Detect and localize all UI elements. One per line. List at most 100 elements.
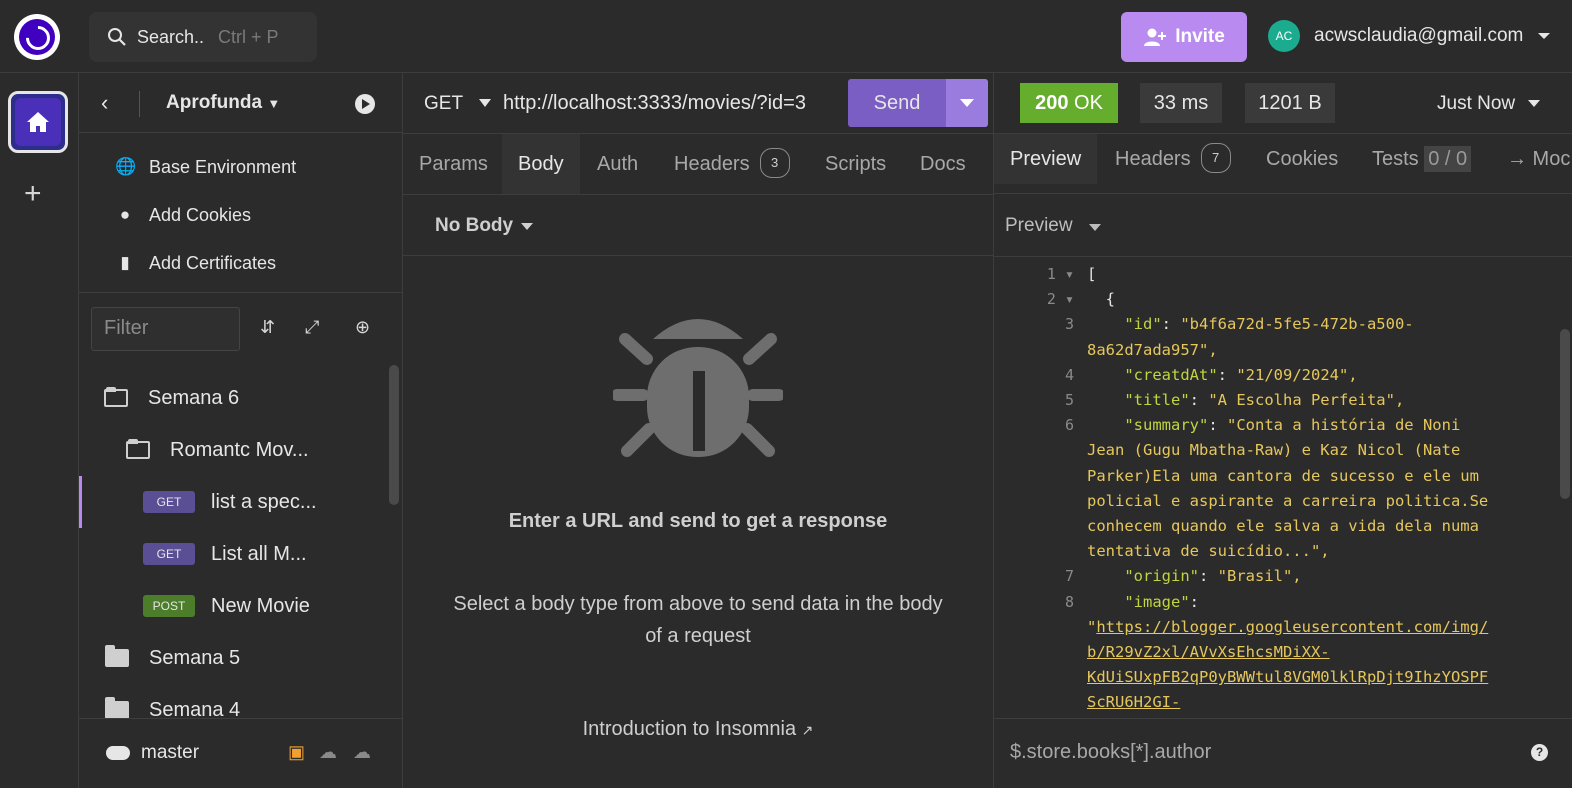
tab-headers[interactable]: Headers 7 bbox=[1115, 134, 1231, 184]
json-key: "summary" bbox=[1124, 416, 1209, 435]
tab-body[interactable]: Body bbox=[502, 134, 580, 194]
insomnia-logo[interactable] bbox=[14, 14, 60, 60]
add-certificates-item[interactable]: ▮ Add Certificates bbox=[79, 239, 402, 287]
chevron-down-icon[interactable] bbox=[479, 99, 491, 107]
line-number: 1 ▾ bbox=[1046, 265, 1074, 283]
intro-link[interactable]: Introduction to Insomnia ↗ bbox=[403, 718, 993, 741]
line-number: 2 ▾ bbox=[1046, 290, 1074, 309]
json-value: "Conta a história de Noni bbox=[1227, 416, 1461, 435]
send-button[interactable]: Send bbox=[848, 79, 946, 127]
add-user-icon bbox=[1144, 28, 1167, 46]
search-button[interactable]: Search.. Ctrl + P bbox=[89, 12, 317, 62]
tab-cookies[interactable]: Cookies bbox=[1266, 134, 1338, 184]
tab-params[interactable]: Params bbox=[419, 134, 488, 194]
method-selector[interactable]: GET bbox=[424, 93, 463, 115]
sidebar-scrollbar[interactable] bbox=[389, 365, 399, 505]
project-header: ‹ Aprofunda ▼ bbox=[79, 73, 402, 133]
json-value: "A Escolha Perfeita", bbox=[1208, 391, 1405, 409]
bug-icon bbox=[613, 319, 783, 457]
code-line: { bbox=[1087, 290, 1115, 309]
json-value: Jean (Gugu Mbatha-Raw) e Kaz Nicol (Nate bbox=[1087, 441, 1461, 460]
tab-tests[interactable]: Tests 0 / 0 bbox=[1372, 134, 1472, 184]
preview-mode-selector[interactable]: Preview bbox=[1005, 215, 1073, 237]
code-line: b/R29vZ2xl/AVvXsEhcsMDiXX- bbox=[1087, 643, 1330, 661]
sort-icon[interactable]: ⇵ bbox=[260, 317, 275, 338]
home-icon bbox=[27, 112, 49, 132]
tree-item-label: Semana 4 bbox=[149, 698, 241, 719]
empty-state-subtitle: Select a body type from above to send da… bbox=[453, 593, 943, 647]
back-icon[interactable]: ‹ bbox=[101, 90, 108, 116]
json-url-link[interactable]: https://blogger.googleusercontent.com/im… bbox=[1096, 618, 1488, 636]
request-new-movie[interactable]: POST New Movie bbox=[79, 580, 391, 632]
response-body-viewer[interactable]: 1 ▾ [2 ▾ {3 "id": "b4f6a72d-5fe5-472b-a50… bbox=[994, 256, 1572, 716]
branch-selector[interactable]: master bbox=[141, 742, 199, 764]
folder-semana-4[interactable]: Semana 4 bbox=[79, 684, 391, 718]
add-cookies-item[interactable]: ● Add Cookies bbox=[79, 191, 402, 239]
package-icon[interactable]: ▣ bbox=[288, 742, 305, 763]
line-number: 5 bbox=[1064, 391, 1074, 409]
tab-auth[interactable]: Auth bbox=[597, 134, 638, 194]
cloud-upload-icon[interactable]: ☁ bbox=[353, 742, 371, 763]
request-list-a-spec[interactable]: GET list a spec... bbox=[79, 476, 391, 528]
response-pane: 200 OK 33 ms 1201 B Just Now Preview Hea… bbox=[994, 73, 1572, 788]
tab-headers[interactable]: Headers 3 bbox=[674, 134, 790, 194]
tree-item-label: New Movie bbox=[211, 594, 310, 617]
code-line: Parker)Ela uma cantora de sucesso e ele … bbox=[1087, 467, 1479, 485]
code-line: "image": bbox=[1124, 592, 1209, 611]
folder-romantc-movies[interactable]: Romantc Mov... bbox=[79, 424, 391, 476]
json-url-link[interactable]: b/R29vZ2xl/AVvXsEhcsMDiXX- bbox=[1087, 643, 1330, 661]
tab-scripts[interactable]: Scripts bbox=[825, 134, 886, 194]
json-value: policial e aspirante a carreira politica… bbox=[1087, 491, 1489, 510]
tree-item-label: Semana 5 bbox=[149, 646, 241, 669]
git-footer: master ▣ ☁ ☁ bbox=[79, 718, 402, 788]
json-url-link[interactable]: ScRU6H2GI- bbox=[1087, 693, 1180, 711]
sidebar: ‹ Aprofunda ▼ 🌐 Base Environment ● Add C… bbox=[79, 73, 403, 788]
folder-semana-6[interactable]: Semana 6 bbox=[79, 372, 391, 424]
history-selector[interactable]: Just Now bbox=[1437, 93, 1515, 115]
code-line: "origin": "Brasil", bbox=[1124, 567, 1302, 586]
method-badge: POST bbox=[143, 595, 195, 617]
tab-mock[interactable]: → Moc bbox=[1507, 134, 1570, 184]
folder-open-icon bbox=[104, 387, 128, 407]
code-line: [ bbox=[1087, 265, 1097, 283]
tab-preview[interactable]: Preview bbox=[994, 134, 1098, 184]
request-list-all-movies[interactable]: GET List all M... bbox=[79, 528, 391, 580]
count-badge: 7 bbox=[1200, 142, 1231, 173]
help-icon[interactable]: ? bbox=[1531, 744, 1548, 761]
avatar: AC bbox=[1268, 20, 1300, 52]
json-value: 8a62d7ada957", bbox=[1087, 340, 1218, 359]
method-badge: GET bbox=[143, 491, 195, 513]
response-filter-input[interactable]: $.store.books[*].author bbox=[1010, 741, 1211, 764]
chevron-down-icon[interactable] bbox=[1089, 224, 1101, 231]
folder-semana-5[interactable]: Semana 5 bbox=[79, 632, 391, 684]
home-button[interactable] bbox=[8, 91, 68, 153]
user-menu[interactable]: AC acwsclaudia@gmail.com bbox=[1268, 20, 1551, 52]
chevron-down-icon[interactable] bbox=[1528, 100, 1540, 107]
filter-input[interactable]: Filter bbox=[91, 307, 240, 351]
run-collection-icon[interactable] bbox=[355, 94, 375, 114]
json-value: Parker)Ela uma cantora de sucesso e ele … bbox=[1087, 466, 1479, 485]
invite-button[interactable]: Invite bbox=[1121, 12, 1247, 62]
collection-tree: Semana 6 Romantc Mov... GET list a spec.… bbox=[79, 365, 391, 718]
tab-label: Headers bbox=[1115, 148, 1191, 170]
folder-icon bbox=[105, 645, 129, 667]
env-item-label: Base Environment bbox=[149, 156, 297, 177]
base-environment-item[interactable]: 🌐 Base Environment bbox=[79, 143, 402, 191]
line-number: 3 bbox=[1064, 315, 1074, 334]
code-line: "id": "b4f6a72d-5fe5-472b-a500- bbox=[1124, 315, 1414, 334]
json-url-link[interactable]: KdUiSUxpFB2qP0yBWWtul8VGM0lklRpDjt9IhzYO… bbox=[1087, 668, 1488, 686]
add-project-icon[interactable]: + bbox=[24, 177, 42, 211]
expand-icon[interactable]: ⤢ bbox=[305, 317, 319, 338]
code-scrollbar[interactable] bbox=[1560, 329, 1570, 499]
tree-item-label: list a spec... bbox=[211, 490, 317, 513]
body-type-selector[interactable]: No Body bbox=[403, 196, 993, 256]
send-options-dropdown[interactable] bbox=[946, 79, 988, 127]
count-badge: 3 bbox=[759, 147, 790, 178]
json-value: conhecem quando ele salva a vida dela nu… bbox=[1087, 517, 1479, 535]
url-input[interactable]: http://localhost:3333/movies/?id=3 bbox=[503, 92, 829, 115]
add-circle-icon[interactable]: ⊕ bbox=[355, 317, 370, 338]
project-selector[interactable]: Aprofunda ▼ bbox=[166, 92, 280, 114]
tab-docs[interactable]: Docs bbox=[920, 134, 966, 194]
response-tabs: Preview Headers 7 Cookies Tests 0 / 0 → M… bbox=[994, 134, 1572, 194]
cloud-download-icon[interactable]: ☁ bbox=[319, 742, 337, 763]
